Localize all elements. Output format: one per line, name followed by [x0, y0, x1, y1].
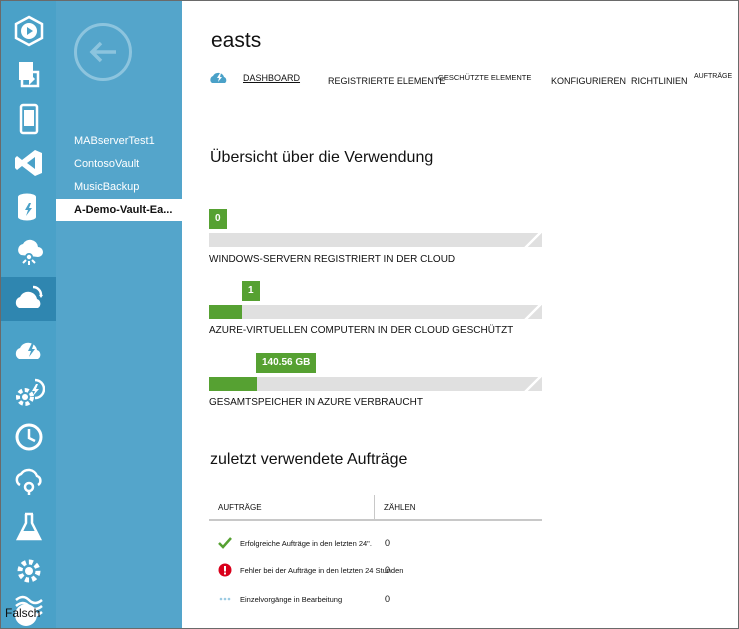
bar-label: GESAMTSPEICHER IN AZURE VERBRAUCHT	[209, 397, 423, 408]
hdinsight-icon	[17, 239, 43, 265]
bar-fill	[209, 377, 258, 391]
settings-icon	[17, 559, 40, 583]
bar-track	[209, 305, 542, 319]
rail-cloud-services[interactable]	[1, 459, 56, 503]
rail-recovery-services[interactable]	[1, 277, 56, 321]
bar-value-flag: 0	[209, 209, 227, 229]
import-export-icon	[18, 62, 39, 88]
bar-track	[209, 233, 542, 247]
rail-bottom-status: Falsch	[5, 602, 45, 626]
scheduler-icon	[15, 423, 42, 451]
bar-value-flag: 1	[242, 281, 260, 301]
rail-settings[interactable]	[1, 549, 56, 593]
tab-protected-items[interactable]: GESCHÜTZTE ELEMENTE	[438, 73, 531, 82]
rail-hdinsight[interactable]	[1, 229, 56, 273]
bar-label: AZURE-VIRTUELLEN COMPUTERN IN DER CLOUD …	[209, 325, 514, 336]
vault-cloud-icon	[210, 72, 227, 83]
job-row-count: 0	[385, 565, 391, 575]
rail-mobile-services[interactable]	[1, 97, 56, 141]
job-row-text: Erfolgreiche Aufträge in den letzten 24"…	[240, 539, 372, 548]
rail-automation[interactable]	[1, 371, 56, 415]
media-services-icon	[14, 15, 43, 47]
job-row-count: 0	[385, 538, 391, 548]
vault-item[interactable]: ContosoVault	[56, 153, 182, 175]
tab-jobs[interactable]: AUFTRÄGE	[694, 73, 732, 80]
rail-storage[interactable]	[1, 185, 56, 229]
vault-item[interactable]: MABserverTest1	[56, 130, 182, 152]
usage-azure-vms: 1 AZURE-VIRTUELLEN COMPUTERN IN DER CLOU…	[209, 281, 542, 341]
bar-fill	[209, 305, 243, 319]
col-jobs-header[interactable]: AUFTRÄGE	[218, 503, 262, 512]
service-rail: Falsch	[1, 1, 56, 628]
bar-label: WINDOWS-SERVERN REGISTRIERT IN DER CLOUD	[209, 254, 456, 265]
vault-item[interactable]: MusicBackup	[56, 176, 182, 198]
backup-cloud-icon	[15, 342, 40, 359]
automation-icon	[15, 378, 45, 406]
col-count-header[interactable]: ZÄHLEN	[384, 503, 416, 512]
jobs-table-header: AUFTRÄGE ZÄHLEN	[209, 495, 542, 521]
in-progress-icon	[219, 597, 231, 601]
job-row-text: Einzelvorgänge in Bearbeitung	[240, 595, 343, 604]
usage-heading: Übersicht über die Verwendung	[210, 149, 434, 166]
rail-media-services[interactable]	[1, 9, 56, 53]
bar-value-flag: 140.56 GB	[256, 353, 317, 373]
job-row-failed[interactable]: Fehler bei der Aufträge in den letzten 2…	[218, 563, 538, 579]
jobs-heading: zuletzt verwendete Aufträge	[210, 451, 408, 468]
rail-machine-learning[interactable]	[1, 505, 56, 549]
back-button[interactable]	[74, 23, 132, 81]
tab-dashboard[interactable]: DASHBOARD	[243, 73, 300, 83]
storage-icon	[17, 193, 36, 221]
cloud-services-icon	[15, 468, 42, 495]
success-check-icon	[218, 537, 232, 549]
page-title: easts	[211, 29, 262, 52]
tab-policies[interactable]: RICHTLINIEN	[631, 76, 688, 86]
tab-configure[interactable]: KONFIGURIEREN	[551, 76, 626, 86]
machine-learning-icon	[15, 512, 42, 541]
job-row-count: 0	[385, 594, 391, 604]
column-divider	[374, 495, 375, 519]
rail-visual-studio[interactable]	[1, 141, 56, 185]
visual-studio-icon	[14, 150, 42, 176]
job-row-success[interactable]: Erfolgreiche Aufträge in den letzten 24"…	[218, 536, 538, 552]
job-row-in-progress[interactable]: Einzelvorgänge in Bearbeitung 0	[218, 592, 538, 608]
usage-storage: 140.56 GB GESAMTSPEICHER IN AZURE VERBRA…	[209, 353, 542, 413]
mobile-services-icon	[19, 103, 38, 135]
vault-list-panel: MABserverTest1 ContosoVault MusicBackup …	[56, 1, 182, 628]
bar-track	[209, 377, 542, 391]
rail-backup[interactable]	[1, 327, 56, 371]
usage-windows-servers: 0 WINDOWS-SERVERN REGISTRIERT IN DER CLO…	[209, 209, 542, 269]
recovery-services-icon	[15, 285, 43, 308]
job-row-text: Fehler bei der Aufträge in den letzten 2…	[240, 566, 404, 575]
rail-scheduler[interactable]	[1, 415, 56, 459]
rail-import-export[interactable]	[1, 53, 56, 97]
app-frame: Falsch MABserverTest1 ContosoVault Music…	[0, 0, 739, 629]
main-content: easts DASHBOARD REGISTRIERTE ELEMENTE GE…	[182, 1, 738, 628]
rail-bottom-label: Falsch	[5, 606, 41, 620]
back-arrow-icon	[89, 41, 116, 63]
vault-item-selected[interactable]: A-Demo-Vault-Ea...	[56, 199, 182, 221]
tab-registered-items[interactable]: REGISTRIERTE ELEMENTE	[328, 76, 445, 86]
error-icon	[218, 563, 232, 577]
